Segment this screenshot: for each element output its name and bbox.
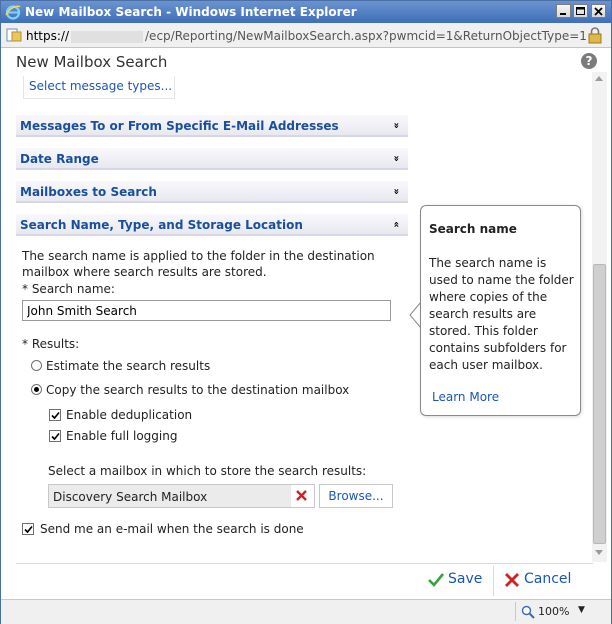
status-bar: 100% ▼ [1, 599, 611, 624]
page-icon [6, 28, 22, 42]
checkmark-icon [428, 573, 445, 587]
search-name-label: * Search name: [22, 282, 115, 296]
scroll-down-arrow-icon[interactable] [595, 550, 603, 555]
footer-divider [16, 563, 593, 564]
checkmark-icon [51, 411, 60, 420]
close-icon [594, 7, 603, 16]
scrollbar-thumb[interactable] [593, 264, 606, 544]
checkmark-icon [24, 525, 33, 534]
internet-explorer-icon [5, 5, 21, 20]
chevron-down-icon: » [390, 122, 402, 129]
chevron-down-icon: » [390, 155, 402, 162]
redacted-host [71, 30, 144, 43]
destination-mailbox-field: Discovery Search Mailbox [48, 484, 294, 508]
copy-results-radio[interactable] [31, 384, 42, 395]
zoom-control[interactable]: 100% ▼ [515, 602, 594, 621]
results-label: * Results: [22, 337, 80, 351]
tooltip-title: Search name [429, 222, 517, 236]
send-email-checkbox[interactable] [22, 523, 34, 535]
message-types-box: Select message types... [23, 76, 175, 99]
enable-full-logging-checkbox[interactable] [49, 430, 61, 442]
title-bar: New Mailbox Search - Windows Internet Ex… [1, 1, 611, 23]
zoom-dropdown-icon[interactable]: ▼ [578, 605, 585, 615]
zoom-level: 100% [538, 605, 570, 618]
browse-button[interactable]: Browse... [319, 484, 393, 508]
minimize-icon [560, 13, 566, 15]
maximize-icon [576, 7, 585, 15]
page-title: New Mailbox Search [16, 53, 168, 71]
section-header-mailboxes[interactable]: Mailboxes to Search » [16, 181, 408, 203]
help-icon[interactable]: ? [581, 53, 597, 69]
search-name-input[interactable] [22, 300, 391, 321]
search-name-description: The search name is applied to the folder… [22, 249, 375, 279]
section-header-date-range[interactable]: Date Range » [16, 148, 408, 170]
maximize-button[interactable] [573, 4, 588, 18]
section-header-email-addresses[interactable]: Messages To or From Specific E-Mail Addr… [16, 115, 408, 137]
close-button[interactable] [591, 4, 606, 18]
select-message-types-link[interactable]: Select message types... [29, 79, 172, 93]
minimize-button[interactable] [556, 4, 571, 18]
enable-deduplication-checkbox[interactable] [49, 409, 61, 421]
address-url[interactable]: https:///ecp/Reporting/NewMailboxSearch.… [26, 29, 587, 43]
select-mailbox-label: Select a mailbox in which to store the s… [48, 464, 367, 478]
checkmark-icon [51, 432, 60, 441]
send-email-label[interactable]: Send me an e-mail when the search is don… [40, 522, 304, 536]
browser-window: New Mailbox Search - Windows Internet Ex… [0, 0, 612, 624]
scroll-up-arrow-icon[interactable] [595, 76, 603, 81]
address-bar[interactable]: https:///ecp/Reporting/NewMailboxSearch.… [1, 23, 611, 48]
enable-deduplication-label[interactable]: Enable deduplication [66, 408, 192, 422]
window-title: New Mailbox Search - Windows Internet Ex… [25, 5, 357, 19]
learn-more-link[interactable]: Learn More [432, 390, 499, 404]
estimate-results-label[interactable]: Estimate the search results [46, 359, 210, 373]
chevron-up-icon: « [390, 221, 402, 228]
footer-separator [493, 566, 494, 596]
copy-results-label[interactable]: Copy the search results to the destinati… [46, 383, 349, 397]
chevron-down-icon: » [390, 188, 402, 195]
vertical-scrollbar[interactable] [592, 72, 607, 562]
x-icon [505, 573, 519, 587]
lock-icon[interactable] [586, 26, 604, 44]
destination-mailbox-value: Discovery Search Mailbox [53, 490, 208, 504]
section-header-search-name[interactable]: Search Name, Type, and Storage Location … [16, 214, 408, 236]
estimate-results-radio[interactable] [31, 360, 42, 371]
main-content: New Mailbox Search ? Select message type… [1, 48, 611, 599]
search-name-tooltip: Search name The search name is used to n… [420, 205, 581, 416]
enable-full-logging-label[interactable]: Enable full logging [66, 429, 177, 443]
clear-x-icon [296, 490, 307, 501]
clear-mailbox-button[interactable] [291, 484, 315, 508]
tooltip-body: The search name is used to name the fold… [429, 256, 574, 372]
magnifier-icon [521, 605, 535, 619]
